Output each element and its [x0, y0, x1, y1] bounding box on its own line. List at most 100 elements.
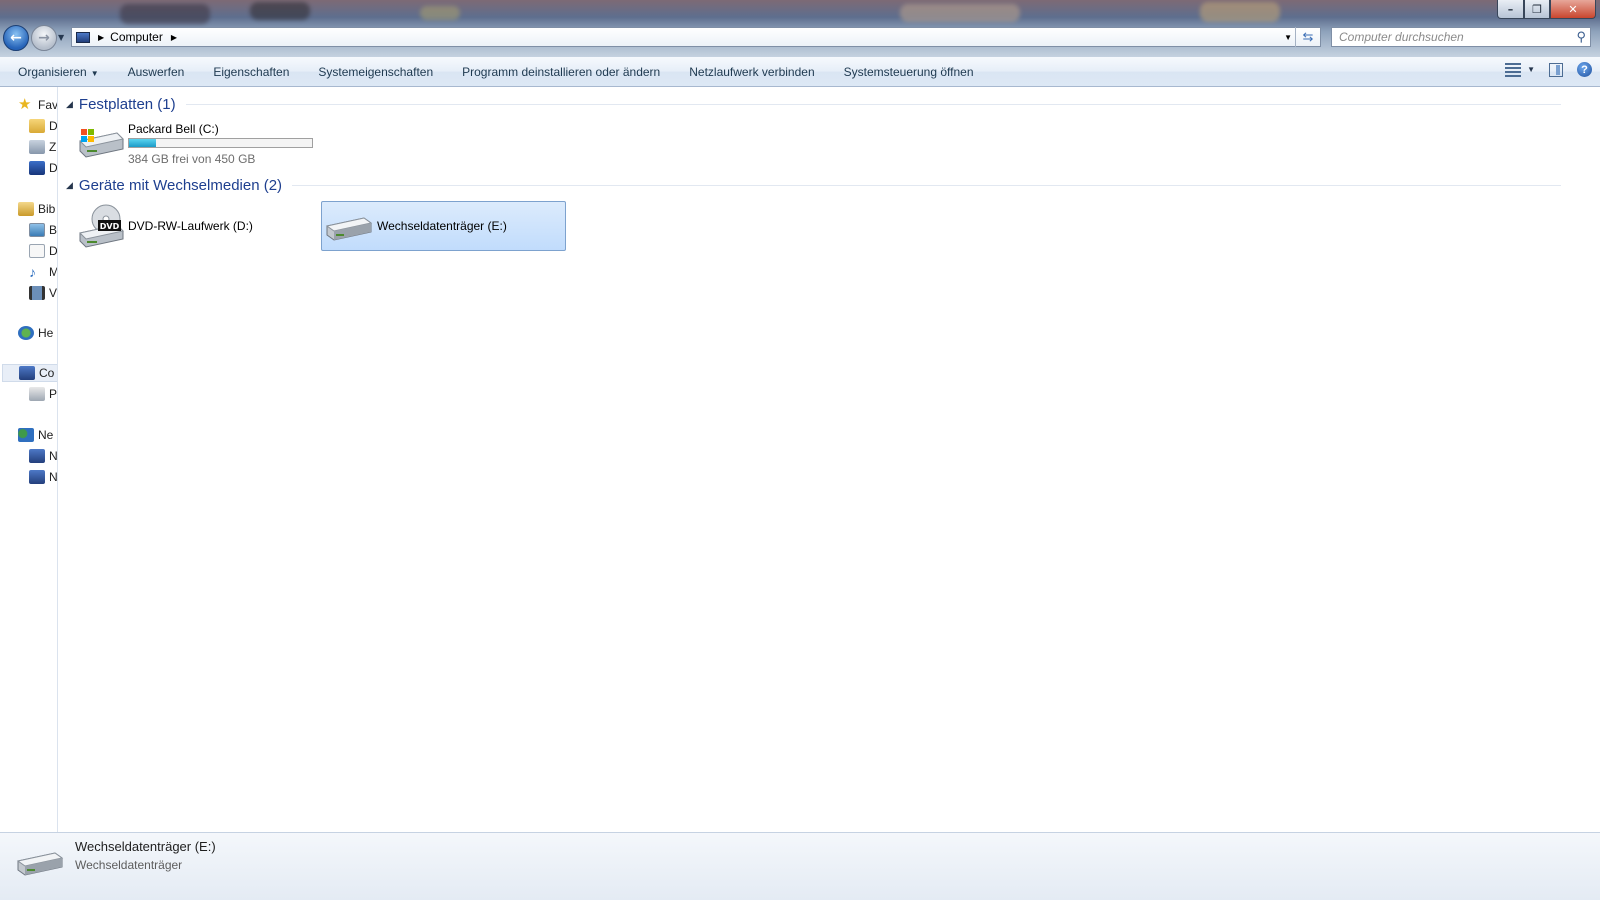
nav-label: N [49, 470, 58, 484]
network-computer-icon [29, 470, 45, 484]
nav-desktop[interactable]: D [29, 159, 58, 177]
drive-tile-e[interactable]: Wechseldatenträger (E:) [321, 201, 566, 251]
breadcrumb-chevron-icon[interactable]: ▶ [171, 33, 177, 42]
documents-icon [29, 244, 45, 258]
library-icon [18, 202, 34, 216]
recent-pages-button[interactable]: ▼ [58, 33, 64, 42]
search-input[interactable]: Computer durchsuchen ⚲ [1331, 27, 1591, 47]
drive-icon [29, 387, 45, 401]
nav-label: Ne [38, 428, 54, 442]
refresh-icon: ⇆ [1302, 29, 1314, 44]
nav-recent[interactable]: Z [29, 138, 56, 156]
nav-network[interactable]: Ne [18, 426, 53, 444]
nav-music[interactable]: ♪ M [29, 263, 57, 281]
svg-text:DVD: DVD [100, 222, 120, 231]
nav-computer[interactable]: Co [2, 364, 57, 382]
disk-usage-bar [128, 138, 313, 148]
collapse-triangle-icon[interactable]: ◢ [66, 99, 73, 110]
address-bar[interactable]: ▶ Computer ▶ ▼ ⇆ [71, 27, 1321, 47]
nav-label: Co [39, 366, 55, 380]
navigation-pane: ★ Fav D Z D Bib B D ♪ M V He Co P Ne N N [0, 87, 58, 847]
organize-menu[interactable]: Organisieren ▼ [18, 65, 99, 79]
group-title: Geräte mit Wechselmedien (2) [78, 177, 283, 194]
nav-label: B [49, 223, 58, 237]
background-blur [420, 6, 460, 20]
nav-network-computer-2[interactable]: N [29, 468, 58, 486]
preview-pane-icon[interactable] [1549, 62, 1563, 77]
computer-icon [19, 366, 35, 380]
dvd-drive-icon: DVD [78, 204, 125, 248]
forward-button[interactable]: → [31, 25, 57, 51]
breadcrumb-computer[interactable]: Computer [110, 30, 163, 44]
change-view-icon[interactable] [1505, 62, 1522, 77]
command-bar: Organisieren ▼ Auswerfen Eigenschaften Sy… [0, 57, 1600, 87]
chevron-down-icon: ▼ [90, 68, 99, 78]
nav-label: D [49, 119, 58, 133]
uninstall-program-button[interactable]: Programm deinstallieren oder ändern [462, 65, 660, 79]
nav-label: Z [49, 140, 57, 154]
nav-label: D [49, 161, 58, 175]
maximize-button[interactable]: ❐ [1524, 0, 1550, 19]
system-properties-button[interactable]: Systemeigenschaften [318, 65, 433, 79]
help-icon[interactable]: ? [1577, 62, 1592, 77]
chevron-down-icon[interactable]: ▼ [1527, 65, 1535, 74]
recent-icon [29, 140, 45, 154]
group-title: Festplatten (1) [78, 96, 176, 113]
nav-pictures[interactable]: B [29, 221, 57, 239]
nav-drive-c[interactable]: P [29, 385, 57, 403]
removable-drive-icon [16, 852, 64, 876]
videos-icon [29, 286, 45, 300]
nav-label: V [49, 286, 58, 300]
computer-icon [76, 31, 90, 43]
network-computer-icon [29, 449, 45, 463]
minimize-button[interactable]: – [1497, 0, 1524, 19]
nav-label: N [49, 449, 58, 463]
group-header-removable[interactable]: ◢ Geräte mit Wechselmedien (2) [66, 177, 1561, 194]
background-blur [1200, 2, 1280, 22]
group-header-hard-disks[interactable]: ◢ Festplatten (1) [66, 96, 1561, 113]
nav-label: P [49, 387, 58, 401]
nav-favorites[interactable]: ★ Fav [18, 96, 58, 114]
view-controls: ▼ ? [1505, 62, 1592, 77]
music-icon: ♪ [29, 264, 36, 280]
pictures-icon [29, 223, 45, 237]
details-pane: Wechseldatenträger (E:) Wechseldatenträg… [0, 832, 1600, 900]
nav-downloads[interactable]: D [29, 117, 58, 135]
background-blur [900, 4, 1020, 22]
arrow-left-icon: ← [10, 30, 22, 46]
background-blur [250, 2, 310, 20]
removable-drive-icon [325, 217, 373, 241]
drive-name: Packard Bell (C:) [128, 122, 219, 136]
drive-tile-c[interactable]: Packard Bell (C:) 384 GB frei von 450 GB [74, 117, 319, 167]
chevron-down-icon: ▼ [58, 33, 65, 42]
nav-documents[interactable]: D [29, 242, 57, 260]
homegroup-icon [18, 326, 34, 340]
refresh-button[interactable]: ⇆ [1295, 27, 1320, 47]
drive-tile-d[interactable]: DVD DVD-RW-Laufwerk (D:) [74, 201, 319, 251]
group-divider [185, 104, 1561, 105]
window-controls: – ❐ ✕ [1497, 0, 1596, 19]
eject-button[interactable]: Auswerfen [128, 65, 185, 79]
collapse-triangle-icon[interactable]: ◢ [66, 180, 73, 191]
nav-network-computer-1[interactable]: N [29, 447, 58, 465]
address-dropdown-icon[interactable]: ▼ [1284, 33, 1292, 42]
back-button[interactable]: ← [3, 25, 29, 51]
arrow-right-icon: → [38, 30, 50, 46]
nav-videos[interactable]: V [29, 284, 57, 302]
nav-libraries[interactable]: Bib [18, 200, 55, 218]
hard-drive-icon [78, 129, 125, 158]
search-icon[interactable]: ⚲ [1576, 29, 1586, 45]
search-placeholder: Computer durchsuchen [1339, 30, 1464, 44]
nav-label: Fav [38, 98, 58, 112]
content-area: ◢ Festplatten (1) Packard Bell (C:) 384 … [58, 87, 1600, 832]
breadcrumb-chevron-icon[interactable]: ▶ [98, 33, 104, 42]
open-control-panel-button[interactable]: Systemsteuerung öffnen [844, 65, 974, 79]
title-bar: – ❐ ✕ ← → ▼ ▶ Computer ▶ ▼ ⇆ Computer du… [0, 0, 1600, 57]
details-item-type: Wechseldatenträger [75, 858, 183, 872]
nav-homegroup[interactable]: He [18, 324, 53, 342]
background-blur [120, 4, 210, 24]
map-network-drive-button[interactable]: Netzlaufwerk verbinden [689, 65, 814, 79]
properties-button[interactable]: Eigenschaften [213, 65, 289, 79]
desktop-icon [29, 161, 45, 175]
close-button[interactable]: ✕ [1550, 0, 1596, 19]
